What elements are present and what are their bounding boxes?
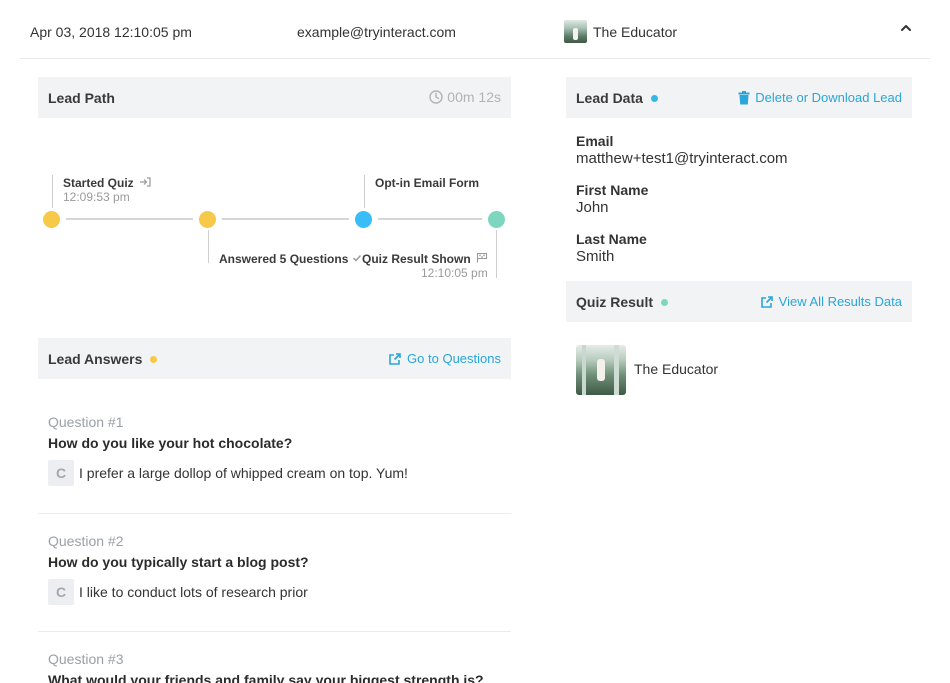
answer-choice-badge: C [48, 579, 74, 605]
clock-icon [429, 90, 443, 104]
answer-text: I prefer a large dollop of whipped cream… [79, 465, 408, 481]
last-name-value: Smith [576, 248, 615, 265]
question-number: Question #2 [48, 533, 124, 549]
quiz-result-image [576, 345, 626, 395]
timeline-dot-optin [355, 211, 372, 228]
lead-path-header: Lead Path 00m 12s [38, 77, 511, 118]
question-answer: C I like to conduct lots of research pri… [48, 579, 308, 605]
lead-email: example@tryinteract.com [297, 24, 456, 40]
timeline-connector [66, 218, 193, 220]
step-result-label: Quiz Result Shown [362, 252, 488, 266]
timeline-connector [222, 218, 349, 220]
quiz-result-title: Quiz Result [576, 294, 669, 310]
timeline-tick [496, 230, 497, 278]
lead-result: The Educator [564, 20, 677, 43]
divider [38, 631, 511, 632]
view-all-results-link[interactable]: View All Results Data [760, 294, 902, 309]
timeline-dot-answered [199, 211, 216, 228]
step-result-time: 12:10:05 pm [421, 266, 488, 280]
lead-path-title: Lead Path [48, 90, 115, 106]
quiz-result-name: The Educator [634, 361, 719, 377]
lead-data-title: Lead Data [576, 90, 658, 106]
timeline-dot-started [43, 211, 60, 228]
external-link-icon [760, 295, 773, 308]
email-label: Email [576, 133, 614, 149]
status-dot [150, 355, 158, 363]
step-answered-label: Answered 5 Questions [219, 252, 362, 266]
result-thumbnail [564, 20, 587, 43]
lead-answers-header: Lead Answers Go to Questions [38, 338, 511, 379]
status-dot [661, 298, 669, 306]
question-text: What would your friends and family say y… [48, 672, 484, 683]
timeline-tick [364, 175, 365, 208]
lead-summary-row[interactable]: Apr 03, 2018 12:10:05 pm example@tryinte… [20, 0, 930, 59]
step-started-label: Started Quiz [63, 176, 151, 190]
external-link-icon [389, 352, 401, 365]
go-to-questions-link[interactable]: Go to Questions [388, 351, 501, 366]
check-icon [352, 254, 361, 262]
divider [38, 513, 511, 514]
timeline-tick [208, 230, 209, 263]
quiz-result-header: Quiz Result View All Results Data [566, 281, 912, 322]
lead-data-header: Lead Data Delete or Download Lead [566, 77, 912, 118]
status-dot [650, 94, 658, 102]
first-name-value: John [576, 199, 609, 216]
question-number: Question #3 [48, 651, 124, 667]
chevron-up-icon[interactable] [900, 22, 912, 34]
step-started-time: 12:09:53 pm [63, 190, 130, 204]
lead-date: Apr 03, 2018 12:10:05 pm [30, 24, 192, 40]
step-optin-label: Opt-in Email Form [375, 176, 480, 190]
timeline-dot-result [488, 211, 505, 228]
lead-result-name: The Educator [593, 23, 678, 40]
timeline-connector [378, 218, 482, 220]
lead-answers-title: Lead Answers [48, 351, 158, 367]
email-value: matthew+test1@tryinteract.com [576, 150, 788, 167]
answer-text: I like to conduct lots of research prior [79, 584, 308, 600]
flag-icon [476, 252, 488, 263]
question-answer: C I prefer a large dollop of whipped cre… [48, 460, 408, 486]
delete-or-download-link[interactable]: Delete or Download Lead [738, 90, 902, 105]
sign-in-icon [140, 177, 151, 187]
question-number: Question #1 [48, 414, 124, 430]
question-text: How do you like your hot chocolate? [48, 435, 293, 451]
timeline-tick [52, 175, 53, 208]
duration-value: 00m 12s [447, 89, 501, 105]
trash-icon [738, 90, 750, 104]
question-text: How do you typically start a blog post? [48, 554, 309, 570]
first-name-label: First Name [576, 182, 649, 198]
answer-choice-badge: C [48, 460, 74, 486]
last-name-label: Last Name [576, 231, 647, 247]
lead-path-duration: 00m 12s [429, 89, 501, 105]
